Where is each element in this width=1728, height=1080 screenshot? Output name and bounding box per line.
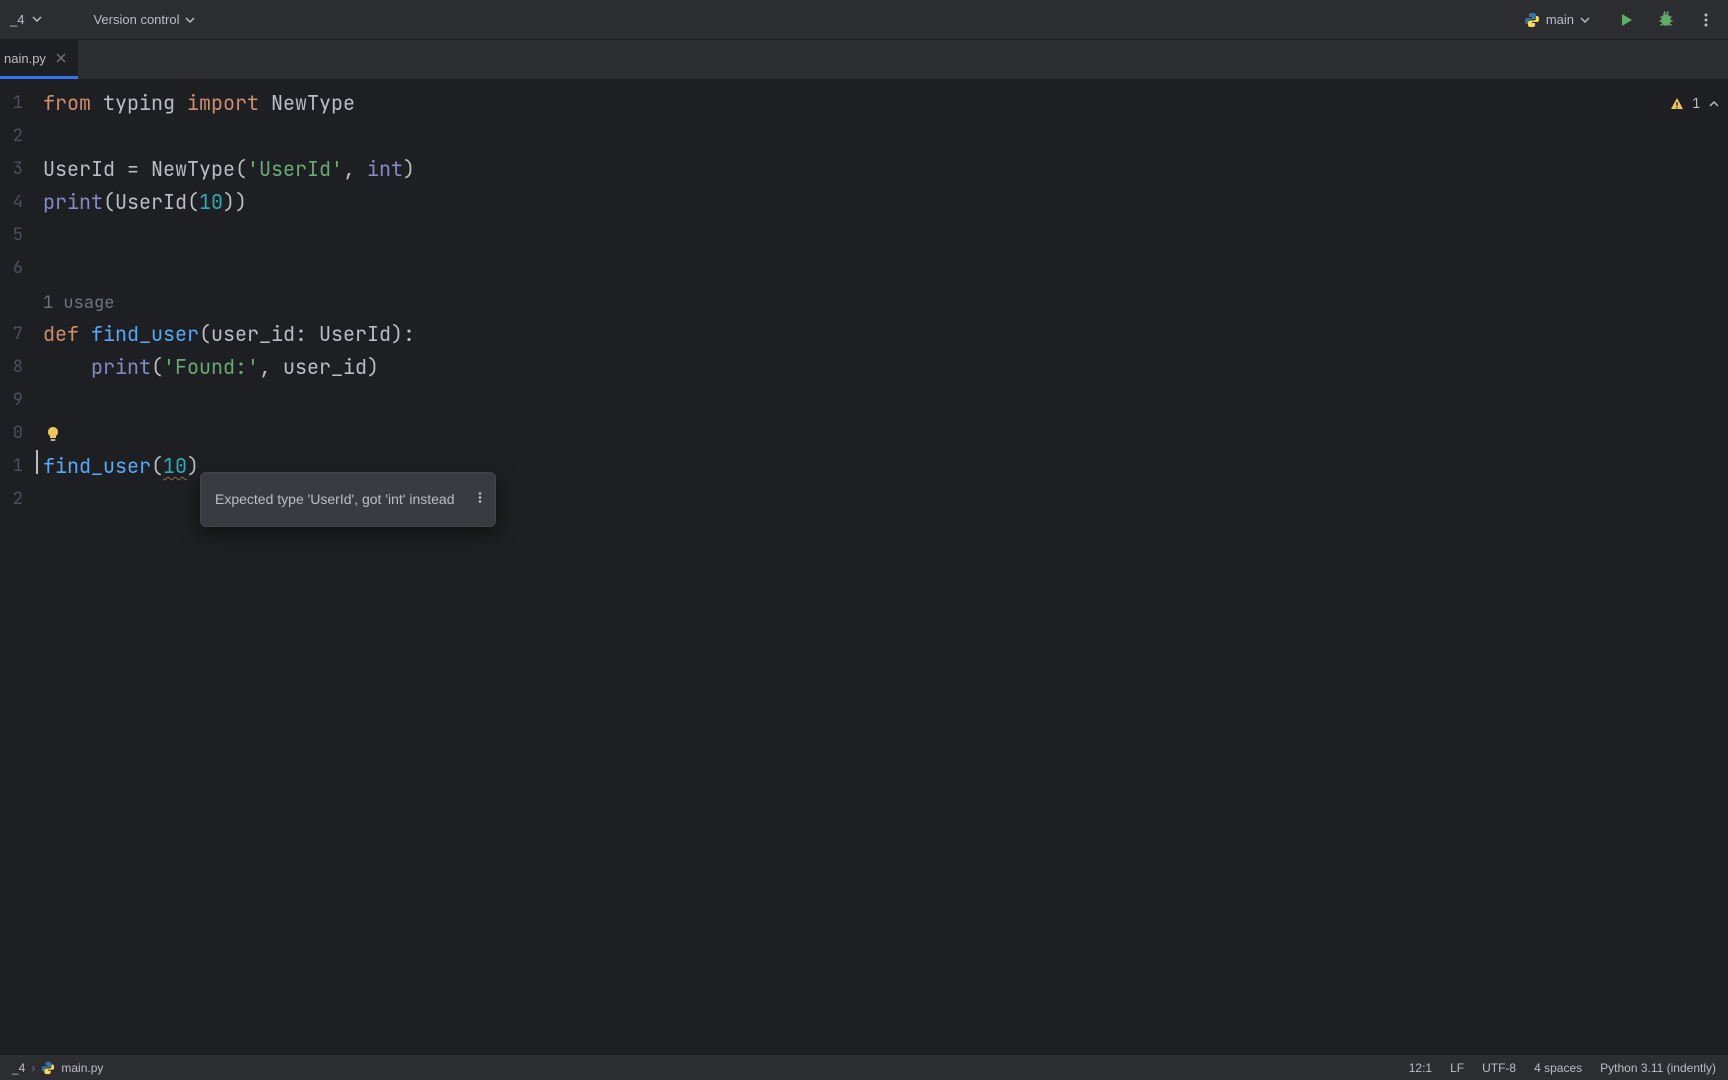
editor-area: 1 2 3 4 5 6 7 8 9 0 1 2 from typing impo… <box>0 79 1728 1054</box>
run-configuration-selector[interactable]: main <box>1516 8 1598 32</box>
line-number: 1 <box>0 87 23 120</box>
top-toolbar: _4 Version control main <box>0 0 1728 40</box>
tooltip-text: Expected type 'UserId', got 'int' instea… <box>215 483 455 516</box>
run-button[interactable] <box>1614 8 1638 32</box>
line-number: 6 <box>0 252 23 285</box>
chevron-down-icon[interactable] <box>32 11 42 29</box>
inspection-tooltip: Expected type 'UserId', got 'int' instea… <box>200 472 496 527</box>
inspection-count: 1 <box>1692 87 1700 120</box>
intention-bulb-icon[interactable] <box>45 419 61 435</box>
tooltip-more-button[interactable] <box>473 483 487 516</box>
code-line: print('Found:', user_id) <box>43 351 1728 384</box>
line-number: 2 <box>0 120 23 153</box>
project-name[interactable]: _4 <box>10 12 24 27</box>
line-number: 2 <box>0 483 23 516</box>
status-bar: _4 › main.py 12:1 LF UTF-8 4 spaces Pyth… <box>0 1054 1728 1080</box>
cursor-position[interactable]: 12:1 <box>1409 1061 1432 1075</box>
code-line <box>43 252 1728 285</box>
breadcrumb[interactable]: _4 › main.py <box>12 1061 103 1075</box>
debug-button[interactable] <box>1654 8 1678 32</box>
python-icon <box>41 1061 55 1075</box>
toolbar-left: _4 Version control <box>10 8 203 31</box>
chevron-down-icon <box>1580 15 1590 25</box>
code-line: from typing import NewType <box>43 87 1728 120</box>
chevron-right-icon: › <box>31 1061 35 1075</box>
file-tab-main[interactable]: nain.py <box>0 40 78 79</box>
usage-hint[interactable]: 1 usage <box>43 285 1728 318</box>
code-line <box>43 384 1728 417</box>
code-pane[interactable]: from typing import NewType UserId = NewT… <box>35 79 1728 1054</box>
python-icon <box>1524 12 1540 28</box>
chevron-up-icon <box>1708 98 1720 110</box>
indent-setting[interactable]: 4 spaces <box>1534 1061 1582 1075</box>
warning-icon <box>1670 97 1684 111</box>
file-encoding[interactable]: UTF-8 <box>1482 1061 1516 1075</box>
line-number: 4 <box>0 186 23 219</box>
line-number: 0 <box>0 417 23 450</box>
code-line: UserId = NewType('UserId', int) <box>43 153 1728 186</box>
line-number: 3 <box>0 153 23 186</box>
code-line <box>43 219 1728 252</box>
editor-tab-bar: nain.py <box>0 40 1728 79</box>
close-icon[interactable] <box>54 51 68 65</box>
run-config-label: main <box>1546 12 1574 27</box>
code-line <box>43 120 1728 153</box>
chevron-down-icon <box>185 15 195 25</box>
tab-label: nain.py <box>4 51 46 66</box>
toolbar-right: main <box>1516 8 1718 32</box>
version-control-button[interactable]: Version control <box>85 8 203 31</box>
version-control-label: Version control <box>93 12 179 27</box>
inspection-summary[interactable]: 1 <box>1670 87 1720 120</box>
text-caret <box>36 450 38 474</box>
line-number <box>0 285 23 318</box>
breadcrumb-file: main.py <box>61 1061 103 1075</box>
line-number-gutter: 1 2 3 4 5 6 7 8 9 0 1 2 <box>0 79 35 1054</box>
code-line <box>43 417 1728 450</box>
line-number: 7 <box>0 318 23 351</box>
line-number: 9 <box>0 384 23 417</box>
line-number: 1 <box>0 450 23 483</box>
status-right: 12:1 LF UTF-8 4 spaces Python 3.11 (inde… <box>1409 1061 1716 1075</box>
line-number: 8 <box>0 351 23 384</box>
python-interpreter[interactable]: Python 3.11 (indently) <box>1600 1061 1716 1075</box>
line-number: 5 <box>0 219 23 252</box>
more-actions-button[interactable] <box>1694 8 1718 32</box>
line-separator[interactable]: LF <box>1450 1061 1464 1075</box>
code-line: print(UserId(10)) <box>43 186 1728 219</box>
code-line: def find_user(user_id: UserId): <box>43 318 1728 351</box>
breadcrumb-project: _4 <box>12 1061 25 1075</box>
